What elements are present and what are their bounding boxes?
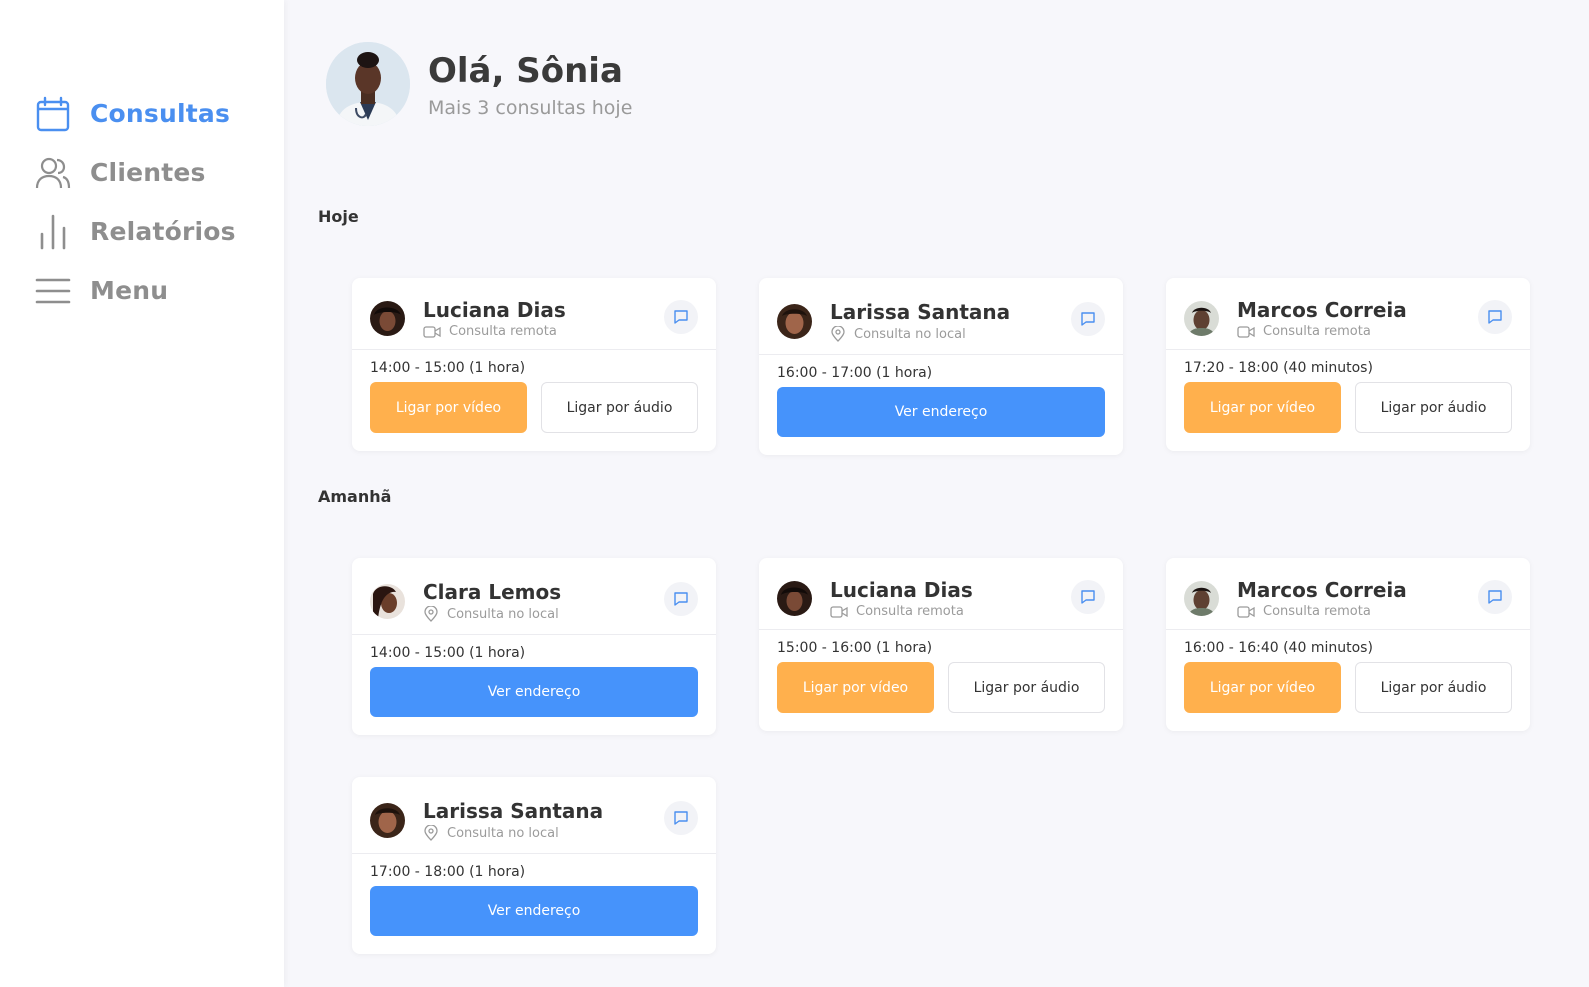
appointment-time: 14:00 - 15:00 (1 hora) <box>370 360 526 376</box>
appointment-time: 17:00 - 18:00 (1 hora) <box>370 864 526 880</box>
appointment-card: Clara Lemos Consulta no local 14:00 - 15… <box>352 558 716 735</box>
video-call-button[interactable]: Ligar por vídeo <box>777 662 934 713</box>
location-pin-icon <box>424 825 438 841</box>
view-address-button[interactable]: Ver endereço <box>370 886 698 936</box>
appointment-card: Marcos Correia Consulta remota 17:20 - 1… <box>1166 278 1530 451</box>
chat-icon <box>1488 590 1502 604</box>
consultation-type: Consulta remota <box>1263 324 1371 339</box>
patient-name: Marcos Correia <box>1237 578 1407 602</box>
patient-name: Luciana Dias <box>423 298 566 322</box>
chat-icon <box>1081 312 1095 326</box>
avatar <box>1184 581 1219 616</box>
sidebar: Consultas Clientes Relatórios Menu <box>0 0 284 987</box>
patient-name: Luciana Dias <box>830 578 973 602</box>
main-content: Olá, Sônia Mais 3 consultas hoje Hoje Lu… <box>284 0 1589 987</box>
appointment-time: 16:00 - 16:40 (40 minutos) <box>1184 640 1373 656</box>
chat-icon <box>674 592 688 606</box>
calendar-icon <box>34 95 72 133</box>
chat-icon <box>674 310 688 324</box>
chat-button[interactable] <box>664 300 698 334</box>
location-pin-icon <box>424 606 438 622</box>
appointment-time: 14:00 - 15:00 (1 hora) <box>370 645 526 661</box>
video-call-button[interactable]: Ligar por vídeo <box>1184 662 1341 713</box>
video-icon <box>423 325 441 338</box>
appointment-time: 16:00 - 17:00 (1 hora) <box>777 365 933 381</box>
patient-name: Larissa Santana <box>423 799 604 823</box>
audio-call-button[interactable]: Ligar por áudio <box>1355 662 1512 713</box>
video-call-button[interactable]: Ligar por vídeo <box>370 382 527 433</box>
sidebar-item-consultas[interactable]: Consultas <box>34 84 236 143</box>
appointment-card: Larissa Santana Consulta no local 16:00 … <box>759 278 1123 455</box>
appointment-card: Marcos Correia Consulta remota 16:00 - 1… <box>1166 558 1530 731</box>
chat-button[interactable] <box>1071 302 1105 336</box>
sidebar-item-label: Relatórios <box>90 217 236 246</box>
video-icon <box>1237 605 1255 618</box>
patient-name: Larissa Santana <box>830 300 1011 324</box>
audio-call-button[interactable]: Ligar por áudio <box>948 662 1105 713</box>
appointment-card: Luciana Dias Consulta remota 14:00 - 15:… <box>352 278 716 451</box>
chat-button[interactable] <box>1478 300 1512 334</box>
users-icon <box>34 154 72 192</box>
chat-button[interactable] <box>664 582 698 616</box>
appointment-time: 15:00 - 16:00 (1 hora) <box>777 640 933 656</box>
appointment-card: Luciana Dias Consulta remota 15:00 - 16:… <box>759 558 1123 731</box>
consultation-type: Consulta remota <box>856 604 964 619</box>
consultation-type: Consulta no local <box>854 326 966 342</box>
section-title-tomorrow: Amanhã <box>318 487 392 506</box>
sidebar-item-label: Clientes <box>90 158 206 187</box>
video-call-button[interactable]: Ligar por vídeo <box>1184 382 1341 433</box>
video-icon <box>830 605 848 618</box>
section-title-today: Hoje <box>318 207 359 226</box>
greeting-header: Olá, Sônia Mais 3 consultas hoje <box>326 42 632 126</box>
user-avatar[interactable] <box>326 42 410 126</box>
video-icon <box>1237 325 1255 338</box>
avatar <box>370 301 405 336</box>
patient-name: Marcos Correia <box>1237 298 1407 322</box>
avatar <box>370 583 405 619</box>
consultation-type: Consulta remota <box>449 324 557 339</box>
greeting-subtitle: Mais 3 consultas hoje <box>428 97 633 119</box>
sidebar-item-label: Consultas <box>90 99 231 128</box>
view-address-button[interactable]: Ver endereço <box>777 387 1105 437</box>
appointment-time: 17:20 - 18:00 (40 minutos) <box>1184 360 1373 376</box>
greeting-title: Olá, Sônia <box>428 51 623 91</box>
appointment-card: Larissa Santana Consulta no local 17:00 … <box>352 777 716 954</box>
chat-icon <box>1081 590 1095 604</box>
consultation-type: Consulta no local <box>447 825 559 841</box>
hamburger-icon <box>34 272 72 310</box>
audio-call-button[interactable]: Ligar por áudio <box>541 382 698 433</box>
avatar <box>1184 301 1219 336</box>
consultation-type: Consulta no local <box>447 606 559 622</box>
sidebar-item-clientes[interactable]: Clientes <box>34 143 236 202</box>
avatar <box>370 802 405 838</box>
view-address-button[interactable]: Ver endereço <box>370 667 698 717</box>
avatar <box>777 581 812 616</box>
bar-chart-icon <box>34 213 72 251</box>
sidebar-item-label: Menu <box>90 276 169 305</box>
chat-icon <box>1488 310 1502 324</box>
sidebar-nav: Consultas Clientes Relatórios Menu <box>34 84 236 320</box>
consultation-type: Consulta remota <box>1263 604 1371 619</box>
sidebar-item-relatorios[interactable]: Relatórios <box>34 202 236 261</box>
avatar <box>777 303 812 339</box>
chat-icon <box>674 811 688 825</box>
sidebar-item-menu[interactable]: Menu <box>34 261 236 320</box>
patient-name: Clara Lemos <box>423 580 562 604</box>
chat-button[interactable] <box>664 801 698 835</box>
chat-button[interactable] <box>1071 580 1105 614</box>
audio-call-button[interactable]: Ligar por áudio <box>1355 382 1512 433</box>
location-pin-icon <box>831 326 845 342</box>
chat-button[interactable] <box>1478 580 1512 614</box>
